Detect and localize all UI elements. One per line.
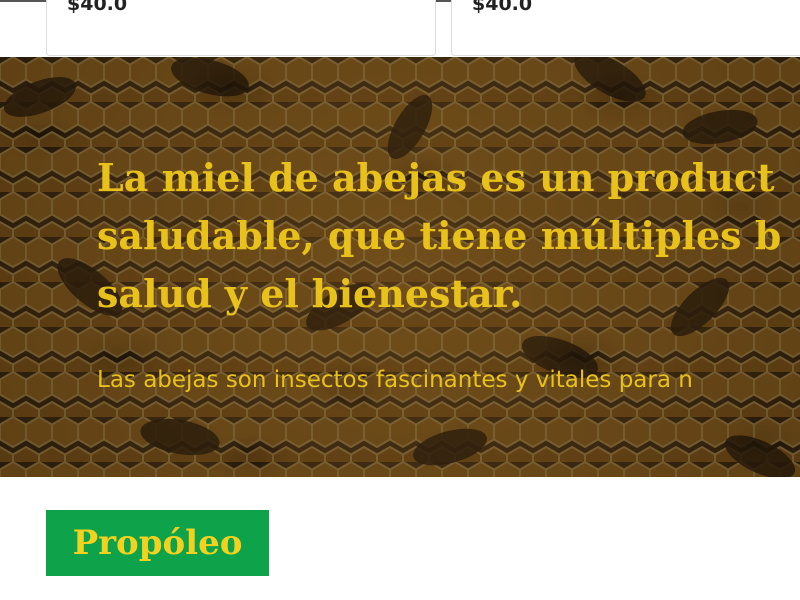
propoleo-button-label: Propóleo xyxy=(72,523,243,563)
hero-banner: La miel de abejas es un product saludabl… xyxy=(0,57,800,477)
product-price: $40.0 xyxy=(472,0,533,15)
propoleo-button[interactable]: Propóleo xyxy=(46,510,269,576)
hero-title-line: saludable, que tiene múltiples b xyxy=(97,213,782,258)
hero-description: Las abejas son insectos fascinantes y vi… xyxy=(97,367,693,393)
page: $40.0 $40.0 La miel de abejas es un prod… xyxy=(0,0,800,600)
product-price: $40.0 xyxy=(67,0,128,15)
hero-title-line: salud y el bienestar. xyxy=(97,271,523,316)
product-strip: $40.0 $40.0 xyxy=(0,0,800,57)
hero-title-line: La miel de abejas es un product xyxy=(97,155,775,200)
hero-title: La miel de abejas es un product saludabl… xyxy=(97,149,800,324)
product-card[interactable]: $40.0 xyxy=(451,0,800,56)
product-card[interactable]: $40.0 xyxy=(46,0,436,56)
